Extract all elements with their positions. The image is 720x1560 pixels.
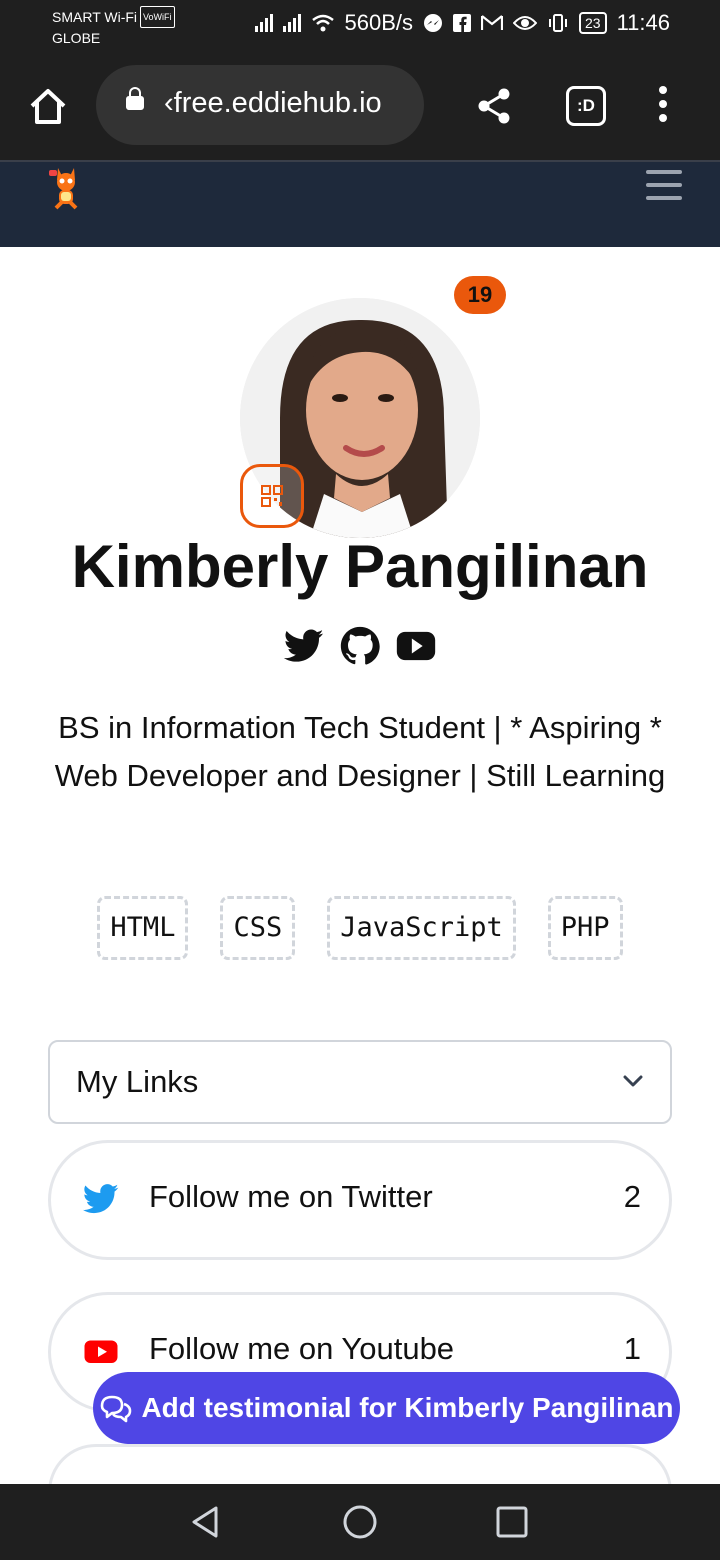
youtube-icon[interactable] <box>396 626 436 666</box>
link-label: Follow me on Twitter <box>149 1179 433 1214</box>
vowifi-badge: VoWiFi <box>140 6 175 28</box>
messenger-icon <box>424 14 442 32</box>
hamburger-menu-icon[interactable] <box>646 170 682 200</box>
eddiehub-logo[interactable] <box>40 162 92 214</box>
add-testimonial-label: Add testimonial for Kimberly Pangilinan <box>141 1392 674 1423</box>
link-label: Follow me on Youtube <box>149 1331 455 1366</box>
link-twitter[interactable]: Follow me on Twitter 2 <box>48 1140 672 1260</box>
home-icon[interactable] <box>26 84 70 128</box>
link-click-count: 2 <box>623 1179 641 1214</box>
share-icon[interactable] <box>474 86 514 126</box>
twitter-icon[interactable] <box>284 626 324 666</box>
address-bar[interactable]: ‹free.eddiehub.io <box>96 65 424 145</box>
battery-level: 23 <box>579 12 607 34</box>
network-speed: 560B/s <box>344 10 414 35</box>
youtube-icon <box>84 1340 118 1363</box>
eye-icon <box>513 16 537 30</box>
back-icon[interactable] <box>188 1504 224 1540</box>
home-nav-icon[interactable] <box>342 1504 378 1540</box>
gmail-icon <box>481 15 503 30</box>
twitter-icon <box>83 1184 119 1214</box>
tag-list: HTML CSS JavaScript PHP <box>0 896 720 960</box>
carrier-top: SMART Wi-Fi <box>52 9 138 25</box>
signal-icon <box>282 14 301 32</box>
tab-switcher-button[interactable]: :D <box>566 86 606 126</box>
status-indicators: 560B/s 23 11:46 <box>254 10 670 36</box>
profile-name: Kimberly Pangilinan <box>71 533 649 600</box>
system-nav-bar <box>0 1484 720 1560</box>
tag-html[interactable]: HTML <box>97 896 189 960</box>
overflow-menu-icon[interactable] <box>656 86 670 126</box>
my-links-dropdown[interactable]: My Links <box>48 1040 672 1124</box>
add-testimonial-button[interactable]: Add testimonial for Kimberly Pangilinan <box>93 1372 680 1444</box>
chevron-down-icon <box>623 1075 643 1087</box>
status-bar: SMART Wi-Fi VoWiFi GLOBE 560B/s 23 11:46 <box>0 0 720 56</box>
qr-code-button[interactable] <box>240 464 304 528</box>
recents-icon[interactable] <box>494 1504 530 1540</box>
site-navbar <box>0 162 720 247</box>
browser-toolbar: ‹free.eddiehub.io :D <box>0 56 720 162</box>
chat-bubbles-icon <box>101 1395 132 1423</box>
tag-javascript[interactable]: JavaScript <box>327 896 516 960</box>
views-badge: 19 <box>454 276 506 314</box>
url-text[interactable]: ‹free.eddiehub.io <box>164 87 382 120</box>
carrier-bottom: GLOBE <box>52 30 101 46</box>
carrier-info: SMART Wi-Fi VoWiFi GLOBE <box>52 6 175 48</box>
my-links-label: My Links <box>76 1064 199 1099</box>
clock: 11:46 <box>616 10 670 35</box>
github-icon[interactable] <box>340 626 380 666</box>
link-click-count: 1 <box>623 1331 641 1366</box>
social-icons <box>0 626 720 666</box>
tag-css[interactable]: CSS <box>220 896 296 960</box>
tag-php[interactable]: PHP <box>547 896 623 960</box>
facebook-icon <box>453 14 471 32</box>
lock-icon <box>126 87 144 110</box>
wifi-icon <box>311 14 334 32</box>
vibrate-icon <box>549 14 567 32</box>
profile-bio: BS in Information Tech Student | * Aspir… <box>54 710 666 793</box>
qr-code-icon <box>261 485 283 507</box>
signal-icon <box>254 14 273 32</box>
